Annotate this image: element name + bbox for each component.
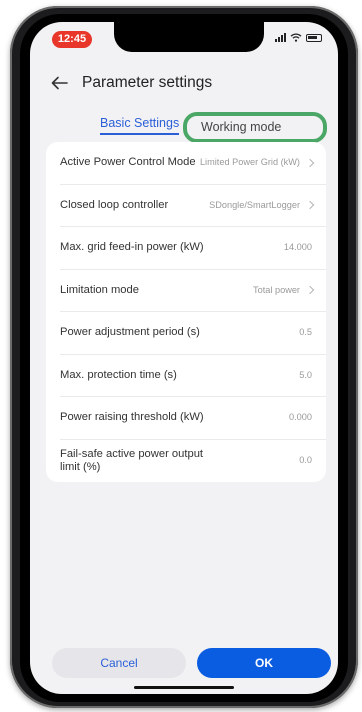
chevron-right-icon bbox=[305, 158, 315, 167]
signal-icon bbox=[275, 33, 286, 42]
action-bar: Cancel OK bbox=[30, 646, 338, 680]
cancel-button[interactable]: Cancel bbox=[52, 648, 186, 678]
setting-label: Max. protection time (s) bbox=[60, 368, 177, 381]
page-title: Parameter settings bbox=[82, 74, 213, 91]
setting-value: 0.0 bbox=[299, 455, 312, 466]
app-screen: 12:45 Parameter settings Basic Settings … bbox=[30, 22, 338, 694]
setting-row-max-protection-time[interactable]: Max. protection time (s) 5.0 bbox=[60, 355, 326, 397]
setting-row-power-adjustment-period[interactable]: Power adjustment period (s) 0.5 bbox=[60, 312, 326, 355]
setting-label: Limitation mode bbox=[60, 283, 139, 296]
setting-value: SDongle/SmartLogger bbox=[209, 199, 300, 210]
setting-label: Power raising threshold (kW) bbox=[60, 411, 204, 424]
setting-row-power-raising-threshold[interactable]: Power raising threshold (kW) 0.000 bbox=[60, 397, 326, 440]
status-icons bbox=[275, 33, 322, 42]
setting-label: Max. grid feed-in power (kW) bbox=[60, 241, 204, 254]
setting-row-fail-safe-active-power-limit[interactable]: Fail-safe active power output limit (%) … bbox=[60, 440, 326, 483]
setting-label: Fail-safe active power output limit (%) bbox=[60, 447, 204, 473]
setting-label: Active Power Control Mode bbox=[60, 156, 196, 169]
setting-value: 5.0 bbox=[299, 369, 312, 380]
setting-label: Closed loop controller bbox=[60, 198, 169, 211]
ok-button[interactable]: OK bbox=[197, 648, 331, 678]
home-indicator[interactable] bbox=[134, 686, 234, 689]
setting-value: 0.000 bbox=[289, 412, 312, 423]
setting-label: Power adjustment period (s) bbox=[60, 326, 200, 339]
setting-value: Total power bbox=[253, 284, 300, 295]
back-arrow-icon[interactable] bbox=[50, 75, 70, 91]
setting-row-max-grid-feed-in-power[interactable]: Max. grid feed-in power (kW) 14.000 bbox=[60, 227, 326, 270]
chevron-right-icon bbox=[305, 201, 315, 210]
settings-list: Active Power Control Mode Limited Power … bbox=[46, 142, 326, 482]
setting-value: 0.5 bbox=[299, 327, 312, 338]
page-header: Parameter settings bbox=[50, 74, 212, 92]
tab-basic-settings[interactable]: Basic Settings bbox=[100, 116, 180, 135]
chevron-right-icon bbox=[305, 286, 315, 295]
tab-working-mode[interactable]: Working mode bbox=[183, 112, 327, 143]
wifi-icon bbox=[290, 33, 302, 42]
status-time: 12:45 bbox=[52, 31, 92, 48]
camera-notch bbox=[114, 22, 264, 52]
setting-value: 14.000 bbox=[283, 242, 312, 253]
setting-row-closed-loop-controller[interactable]: Closed loop controller SDongle/SmartLogg… bbox=[60, 185, 326, 227]
setting-row-limitation-mode[interactable]: Limitation mode Total power bbox=[60, 270, 326, 312]
battery-icon bbox=[306, 33, 322, 42]
setting-value: Limited Power Grid (kW) bbox=[199, 157, 300, 168]
setting-row-active-power-control-mode[interactable]: Active Power Control Mode Limited Power … bbox=[60, 142, 326, 185]
